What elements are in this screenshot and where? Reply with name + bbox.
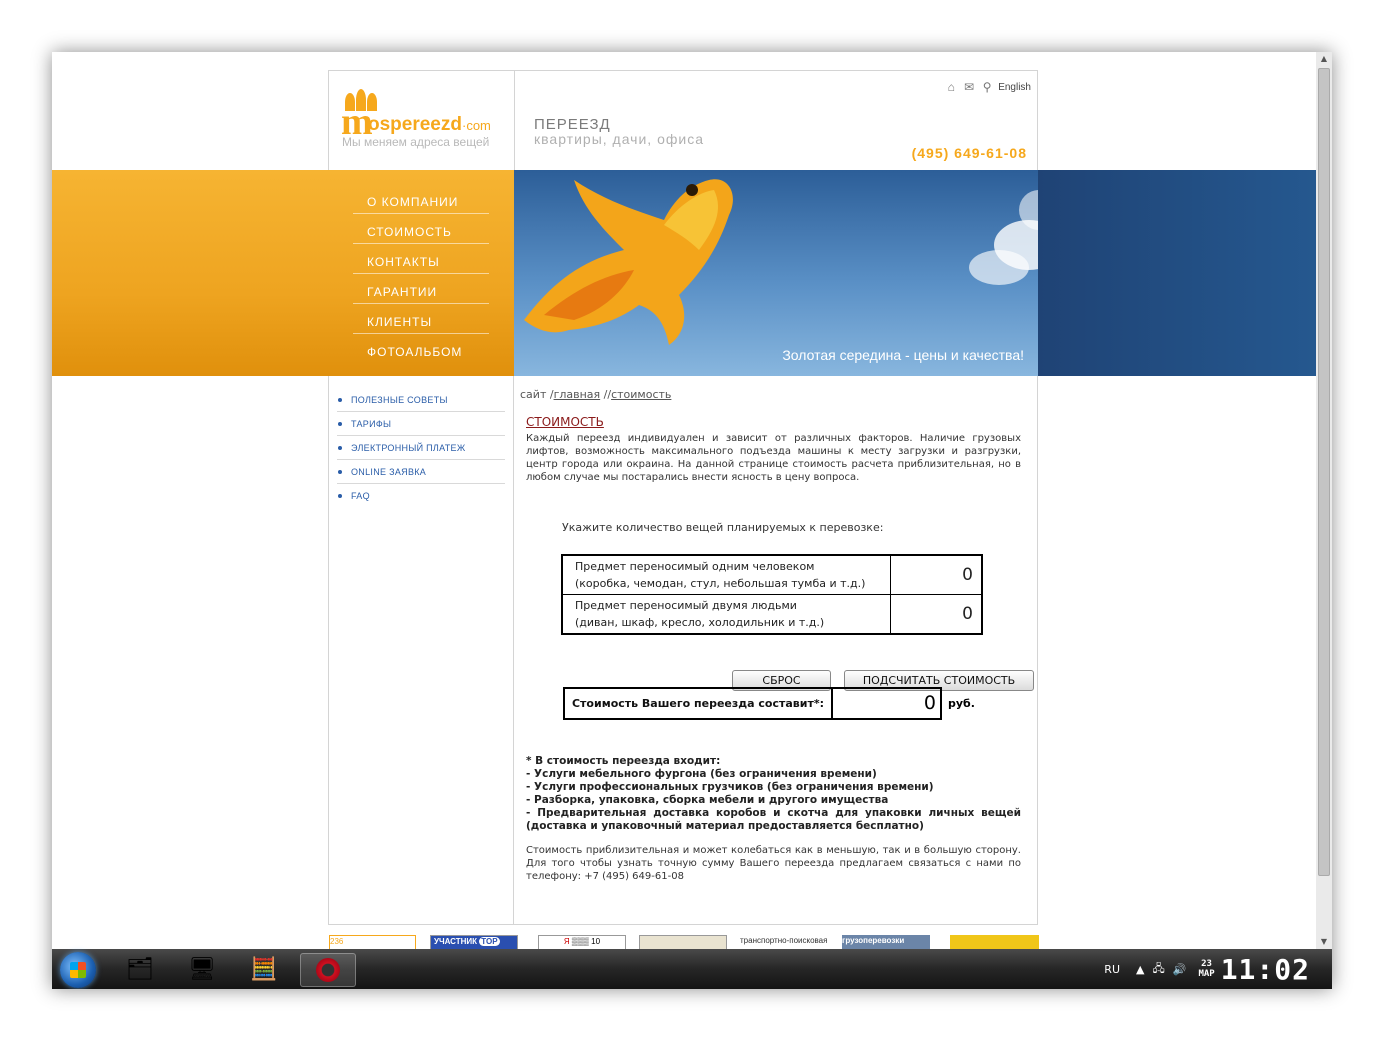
intro-text: Каждый переезд индивидуален и зависит от… xyxy=(526,433,1021,483)
tray-clock[interactable]: 11:02 xyxy=(1221,953,1310,986)
menu-item-about[interactable]: О КОМПАНИИ xyxy=(353,184,489,214)
item-one-person-label: Предмет переносимый одним человеком (коро… xyxy=(561,554,891,595)
scroll-up-icon[interactable]: ▲ xyxy=(1316,52,1332,66)
english-link[interactable]: English xyxy=(998,82,1031,93)
partner-banners: 236 УЧАСТНИК TOP Я ▒▒▒ 10 транспортно-по… xyxy=(329,935,1039,949)
calculator-icon[interactable]: 🧮 xyxy=(244,953,284,985)
logo-slogan: Мы меняем адреса вещей xyxy=(342,135,490,149)
explorer-icon[interactable]: 🗂 xyxy=(120,953,160,985)
bullet-icon xyxy=(338,469,342,474)
banner-counter[interactable]: 236 xyxy=(329,935,416,949)
item-one-person-input[interactable]: 0 xyxy=(890,554,983,595)
language-indicator[interactable]: RU xyxy=(1104,963,1120,976)
tagline: ПЕРЕЕЗД квартиры, дачи, офиса xyxy=(534,116,704,147)
header-band: Золотая середина - цены и качества! О КО… xyxy=(52,170,1316,376)
sub-item-tips[interactable]: ПОЛЕЗНЫЕ СОВЕТЫ xyxy=(337,388,505,412)
browser-window: m ospereezd·com Мы меняем адреса вещей ⌂… xyxy=(52,52,1332,989)
tray-date[interactable]: 23 МАР xyxy=(1198,959,1214,979)
menu-item-pricing[interactable]: СТОИМОСТЬ xyxy=(353,214,489,244)
sub-item-tariffs[interactable]: ТАРИФЫ xyxy=(337,412,505,436)
item-two-people-label: Предмет переносимый двумя людьми (диван, … xyxy=(561,594,891,635)
bullet-icon xyxy=(338,445,342,450)
opera-browser-icon[interactable] xyxy=(300,953,356,987)
banner-caption: Золотая середина - цены и качества! xyxy=(782,347,1024,363)
sub-item-faq[interactable]: FAQ xyxy=(337,484,505,507)
goldfish-icon xyxy=(524,179,733,345)
item-two-people-input[interactable]: 0 xyxy=(890,594,983,635)
search-icon[interactable]: ⚲ xyxy=(980,81,994,93)
show-hidden-icons-icon[interactable]: ▲ xyxy=(1136,963,1144,976)
scrollbar-thumb[interactable] xyxy=(1318,68,1330,876)
menu-item-photoalbum[interactable]: ФОТОАЛЬБОМ xyxy=(353,334,489,364)
tagline-subtitle: квартиры, дачи, офиса xyxy=(534,131,704,147)
vertical-scrollbar[interactable]: ▲ ▼ xyxy=(1316,52,1332,949)
header-phone: (495) 649-61-08 xyxy=(911,145,1027,161)
site-bottom-border xyxy=(328,924,1038,925)
menu-item-guarantees[interactable]: ГАРАНТИИ xyxy=(353,274,489,304)
breadcrumb-pricing-link[interactable]: стоимость xyxy=(611,388,671,401)
menu-item-clients[interactable]: КЛИЕНТЫ xyxy=(353,304,489,334)
items-table: Предмет переносимый одним человеком (коро… xyxy=(561,554,983,635)
result-label: Стоимость Вашего переезда составит*: xyxy=(565,689,833,718)
banner-yellow[interactable] xyxy=(950,935,1039,949)
bullet-icon xyxy=(338,421,342,426)
result-box: Стоимость Вашего переезда составит*: 0 xyxy=(563,687,942,720)
banner-transport[interactable]: транспортно-поисковая xyxy=(740,935,828,949)
result-value: 0 xyxy=(923,692,936,714)
taskbar: 🗂 🖥 🧮 RU ▲ 🖧 🔊 23 МАР 11:02 xyxy=(52,949,1332,989)
bullet-icon xyxy=(338,397,342,402)
banner-image[interactable] xyxy=(639,935,727,949)
banner-cargo[interactable]: грузоперевозки xyxy=(842,935,930,949)
volume-icon[interactable]: 🔊 xyxy=(1173,963,1187,976)
system-tray: RU ▲ 🖧 🔊 23 МАР 11:02 xyxy=(1104,949,1332,989)
windows-logo-icon xyxy=(70,962,86,978)
sub-item-payment[interactable]: ЭЛЕКТРОННЫЙ ПЛАТЕЖ xyxy=(337,436,505,460)
header-divider xyxy=(514,71,515,171)
band-right-fill xyxy=(1038,170,1316,376)
content-divider xyxy=(513,376,514,925)
logo-word: ospereezd·com xyxy=(368,114,491,135)
main-menu: О КОМПАНИИ СТОИМОСТЬ КОНТАКТЫ ГАРАНТИИ К… xyxy=(353,184,489,364)
included-services: * В стоимость переезда входит: - Услуги … xyxy=(526,755,1021,832)
cloud-shape xyxy=(969,250,1029,285)
banner-top-member[interactable]: УЧАСТНИК TOP xyxy=(430,935,518,949)
table-row: Предмет переносимый двумя людьми (диван, … xyxy=(561,594,983,635)
start-button[interactable] xyxy=(60,952,96,988)
site-logo[interactable]: m ospereezd·com Мы меняем адреса вещей xyxy=(341,89,506,151)
result-row: Стоимость Вашего переезда составит*: 0 р… xyxy=(563,687,975,720)
banner-yandex[interactable]: Я ▒▒▒ 10 xyxy=(538,935,626,949)
home-icon[interactable]: ⌂ xyxy=(944,81,958,93)
remote-desktop-icon[interactable]: 🖥 xyxy=(182,953,222,985)
top-links: ⌂ ✉ ⚲ English xyxy=(944,81,1031,93)
main-content: сайт /главная //стоимость СТОИМОСТЬ Кажд… xyxy=(520,388,1034,882)
site-left-border xyxy=(328,376,329,925)
site-right-border xyxy=(1037,376,1038,925)
bullet-icon xyxy=(338,493,342,498)
mail-icon[interactable]: ✉ xyxy=(962,81,976,93)
footnote-text: Стоимость приблизительная и может колеба… xyxy=(526,845,1021,882)
sub-item-online-order[interactable]: ONLINE ЗАЯВКА xyxy=(337,460,505,484)
page-title[interactable]: СТОИМОСТЬ xyxy=(526,415,1022,429)
goldfish-banner-image: Золотая середина - цены и качества! xyxy=(514,170,1038,376)
breadcrumb-home-link[interactable]: главная xyxy=(554,388,601,401)
scroll-down-icon[interactable]: ▼ xyxy=(1316,935,1332,949)
menu-item-contacts[interactable]: КОНТАКТЫ xyxy=(353,244,489,274)
table-row: Предмет переносимый одним человеком (коро… xyxy=(561,554,983,595)
sub-menu: ПОЛЕЗНЫЕ СОВЕТЫ ТАРИФЫ ЭЛЕКТРОННЫЙ ПЛАТЕ… xyxy=(337,388,505,507)
network-icon[interactable]: 🖧 xyxy=(1152,960,1164,979)
result-unit: руб. xyxy=(948,697,975,710)
calculator-prompt: Укажите количество вещей планируемых к п… xyxy=(562,521,884,534)
breadcrumb: сайт /главная //стоимость xyxy=(520,388,672,401)
